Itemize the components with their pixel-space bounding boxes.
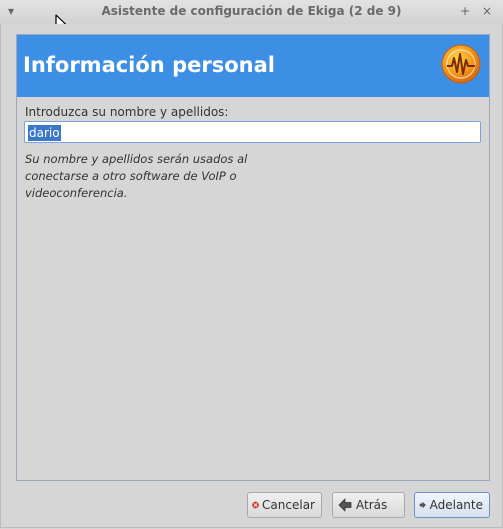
name-hint-text: Su nombre y apellidos serán usados al co… (25, 152, 248, 200)
close-icon[interactable]: × (480, 3, 494, 19)
maximize-icon[interactable]: + (458, 3, 472, 19)
next-button[interactable]: Adelante (414, 492, 490, 518)
wizard-window: Información personal Introduzca su nombr… (0, 24, 503, 528)
arrow-right-icon (419, 501, 426, 509)
name-field-value[interactable]: dario (28, 125, 61, 141)
content-frame: Información personal Introduzca su nombr… (16, 34, 490, 481)
arrow-left-icon (338, 498, 352, 512)
cancel-icon (252, 501, 259, 509)
back-button-label: Atrás (356, 498, 388, 512)
page-header: Información personal (17, 35, 489, 97)
cancel-button-label: Cancelar (262, 498, 315, 512)
title-bar: ▾ Asistente de configuración de Ekiga (2… (0, 0, 503, 25)
page-title: Información personal (23, 53, 275, 77)
name-field[interactable]: dario (24, 121, 481, 143)
back-button[interactable]: Atrás (332, 492, 405, 518)
cancel-button[interactable]: Cancelar (247, 492, 322, 518)
next-button-label: Adelante (429, 498, 483, 512)
ekiga-logo-icon (441, 44, 481, 84)
name-prompt-label: Introduzca su nombre y apellidos: (25, 105, 229, 119)
window-title: Asistente de configuración de Ekiga (2 d… (101, 4, 402, 18)
